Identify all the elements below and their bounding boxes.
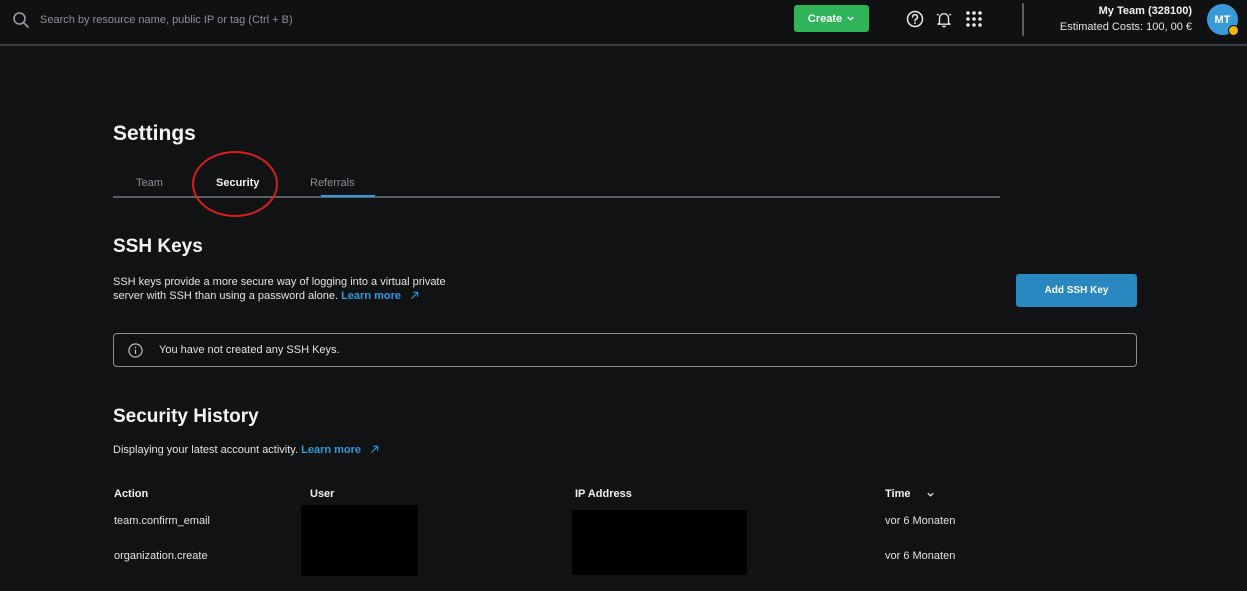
tab-team[interactable]: Team [136, 177, 163, 189]
tab-referrals[interactable]: Referrals [310, 177, 355, 189]
add-ssh-key-button[interactable]: Add SSH Key [1016, 274, 1137, 307]
column-header-user: User [310, 488, 335, 500]
redacted-ip-block [572, 510, 747, 575]
add-ssh-key-label: Add SSH Key [1044, 285, 1109, 296]
topbar-divider [1022, 3, 1024, 36]
search-icon[interactable] [12, 11, 30, 29]
ssh-keys-title: SSH Keys [113, 236, 203, 257]
estimated-costs: Estimated Costs: 100, 00 € [1059, 21, 1192, 33]
ssh-learn-more-link[interactable]: Learn more [341, 290, 401, 302]
info-icon [128, 343, 143, 358]
column-header-time[interactable]: Time [885, 488, 910, 500]
create-button-label: Create [807, 12, 843, 25]
table-row-time: vor 6 Monaten [885, 550, 956, 562]
bell-icon[interactable] [935, 10, 953, 28]
table-row-time: vor 6 Monaten [885, 515, 956, 527]
security-learn-more-link[interactable]: Learn more [301, 444, 361, 456]
sort-chevron-down-icon[interactable] [926, 490, 935, 499]
top-bar: Create My Team (328100) Estimated Costs:… [0, 0, 1247, 46]
table-row-action: team.confirm_email [114, 515, 210, 527]
security-history-description: Displaying your latest account activity.… [113, 444, 379, 456]
ssh-keys-description: SSH keys provide a more secure way of lo… [113, 275, 453, 303]
column-header-action: Action [114, 488, 149, 500]
page-title: Settings [113, 122, 196, 145]
create-button[interactable]: Create [794, 5, 869, 32]
search-input[interactable] [40, 9, 600, 31]
security-history-title: Security History [113, 406, 259, 427]
security-description-text: Displaying your latest account activity. [113, 444, 299, 456]
annotation-circle [192, 151, 278, 217]
avatar-initials: MT [1214, 13, 1231, 26]
redacted-user-block [301, 505, 418, 576]
team-name[interactable]: My Team (328100) [1099, 5, 1192, 17]
table-row-action: organization.create [114, 550, 208, 562]
chevron-down-icon [847, 16, 854, 21]
apps-grid-icon[interactable] [965, 10, 983, 28]
active-tab-indicator [321, 195, 375, 197]
ssh-empty-message: You have not created any SSH Keys. [159, 344, 340, 356]
external-link-icon [371, 445, 379, 454]
ssh-empty-notice: You have not created any SSH Keys. [113, 333, 1137, 367]
external-link-icon [411, 291, 419, 300]
column-header-ip-address: IP Address [575, 488, 632, 500]
help-icon[interactable] [906, 10, 924, 28]
avatar-badge [1228, 25, 1239, 36]
